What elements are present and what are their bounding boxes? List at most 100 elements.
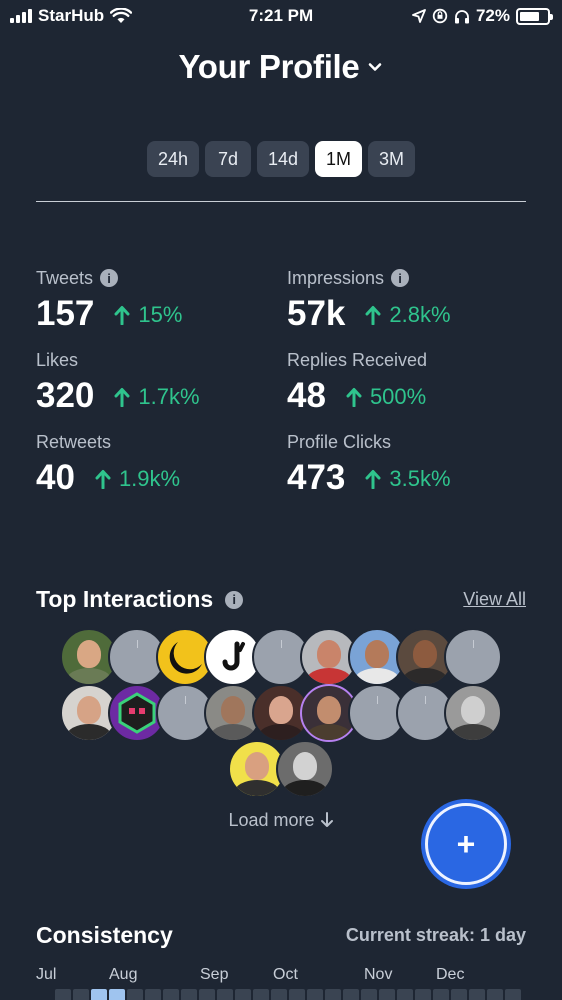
stat-label: Replies Received (287, 349, 428, 370)
month-label: Jul (36, 966, 57, 983)
tab-3m[interactable]: 3M (368, 141, 416, 177)
rotation-lock-icon (432, 8, 448, 24)
stat-label: Impressions (287, 267, 385, 288)
arrow-down-icon (320, 812, 333, 827)
stat-change: 15% (138, 302, 183, 327)
divider (36, 201, 526, 202)
stat-label: Profile Clicks (287, 431, 392, 452)
heatmap-cell (379, 989, 395, 1000)
heatmap-cell (397, 989, 413, 1000)
current-streak: Current streak: 1 day (345, 925, 526, 945)
chevron-down-icon[interactable] (367, 59, 383, 75)
avatar[interactable] (276, 740, 334, 798)
stat-likes: Likes 320 1.7k% (36, 348, 287, 416)
heatmap-cell (235, 989, 251, 1000)
carrier-label: StarHub (38, 6, 105, 25)
stat-replies-received: Replies Received 48 500% (287, 348, 536, 416)
stat-value: 57k (287, 294, 346, 333)
arrow-up-icon (346, 388, 362, 407)
stat-tweets: Tweets i 157 15% (36, 266, 287, 334)
consistency-header: Consistency Current streak: 1 day (36, 922, 526, 949)
heatmap-cell (271, 989, 287, 1000)
stat-impressions: Impressions i 57k 2.8k% (287, 266, 536, 334)
heatmap-cell (109, 989, 125, 1000)
heatmap-cell (145, 989, 161, 1000)
stat-profile-clicks: Profile Clicks 473 3.5k% (287, 430, 536, 498)
stat-value: 40 (36, 458, 75, 497)
section-title: Top Interactions (36, 586, 214, 612)
heatmap-cell (433, 989, 449, 1000)
heatmap-cell (307, 989, 323, 1000)
stat-label: Retweets (36, 431, 112, 452)
info-icon[interactable]: i (225, 590, 244, 609)
stat-label: Tweets (36, 267, 94, 288)
arrow-up-icon (114, 388, 130, 407)
heatmap-cell (361, 989, 377, 1000)
plus-icon: + (456, 826, 476, 862)
heatmap-cell (469, 989, 485, 1000)
arrow-up-icon (365, 306, 381, 325)
info-icon[interactable]: i (391, 269, 410, 287)
arrow-up-icon (95, 470, 111, 489)
tab-14d[interactable]: 14d (256, 141, 310, 177)
heatmap-cell (487, 989, 503, 1000)
month-label: Nov (364, 966, 393, 983)
page-title[interactable]: Your Profile (179, 48, 360, 86)
stat-value: 48 (287, 376, 326, 415)
tab-24h[interactable]: 24h (146, 141, 199, 177)
section-title: Consistency (36, 922, 173, 948)
stat-label: Likes (36, 349, 79, 370)
heatmap-cell (451, 989, 467, 1000)
heatmap-cell (127, 989, 143, 1000)
stat-change: 1.7k% (138, 384, 200, 409)
heatmap-cell (217, 989, 233, 1000)
stats-grid: Tweets i 157 15% Impressions i 57k 2.8k% L… (36, 266, 536, 498)
stat-change: 500% (369, 384, 427, 409)
location-icon (412, 9, 426, 23)
headphones-icon (454, 9, 469, 23)
heatmap-cell (73, 989, 89, 1000)
heatmap-cell (415, 989, 431, 1000)
top-interactions-header: Top Interactions i View All (36, 586, 526, 613)
clock: 7:21 PM (248, 6, 314, 25)
arrow-up-icon (114, 306, 130, 325)
wifi-icon (110, 8, 133, 23)
month-label: Sep (200, 966, 229, 983)
load-more-label: Load more (228, 810, 315, 830)
consistency-heatmap (55, 989, 521, 1000)
month-label: Dec (436, 966, 465, 983)
heatmap-cell (181, 989, 197, 1000)
heatmap-cell (199, 989, 215, 1000)
month-label: Aug (109, 966, 138, 983)
view-all-link[interactable]: View All (463, 589, 526, 610)
stat-change: 2.8k% (389, 302, 451, 327)
stat-change: 1.9k% (118, 466, 181, 491)
month-labels: Jul Aug Sep Oct Nov Dec (36, 966, 526, 986)
stat-value: 473 (287, 458, 346, 497)
stat-value: 320 (36, 376, 95, 415)
battery-icon (516, 7, 553, 25)
heatmap-cell (91, 989, 107, 1000)
heatmap-cell (289, 989, 305, 1000)
heatmap-cell (343, 989, 359, 1000)
stat-change: 3.5k% (389, 466, 451, 491)
heatmap-cell (505, 989, 521, 1000)
avatar-cluster (0, 628, 562, 798)
battery-percent: 72% (475, 6, 510, 25)
heatmap-cell (163, 989, 179, 1000)
compose-fab[interactable]: + (425, 803, 507, 885)
arrow-up-icon (365, 470, 381, 489)
tab-7d[interactable]: 7d (204, 141, 251, 177)
tab-1m[interactable]: 1M (315, 141, 363, 177)
profile-header[interactable]: Your Profile (0, 48, 562, 86)
avatar[interactable] (444, 684, 502, 742)
time-range-tabs: 24h 7d 14d 1M 3M (0, 141, 562, 177)
signal-icon (10, 9, 32, 23)
stat-value: 157 (36, 294, 95, 333)
month-label: Oct (273, 966, 298, 983)
avatar-placeholder[interactable] (444, 628, 502, 686)
status-bar: StarHub 7:21 PM 72% (0, 0, 562, 32)
info-icon[interactable]: i (100, 269, 119, 287)
heatmap-cell (253, 989, 269, 1000)
heatmap-cell (55, 989, 71, 1000)
